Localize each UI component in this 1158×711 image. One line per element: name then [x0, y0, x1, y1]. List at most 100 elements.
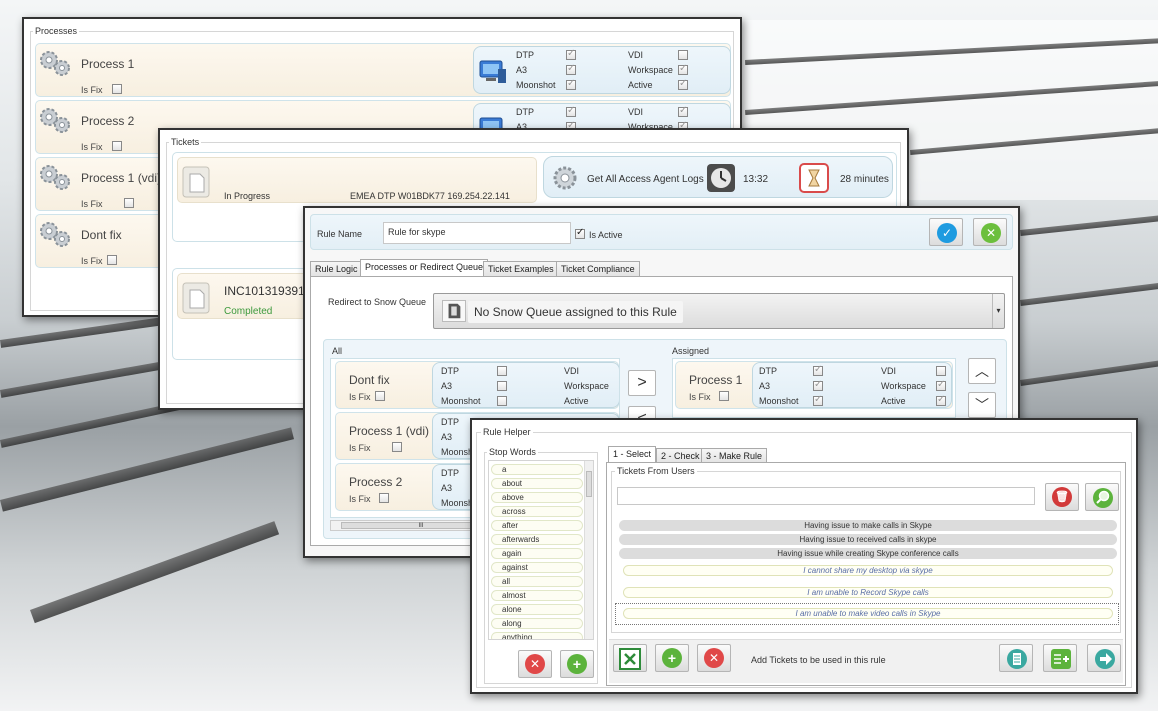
- ticket-time: 13:32: [743, 174, 769, 185]
- tab-ticket-compliance[interactable]: Ticket Compliance: [556, 261, 640, 276]
- flag-a3-label: A3: [441, 432, 453, 442]
- stop-word-item[interactable]: afterwards: [491, 534, 583, 545]
- stop-word-item[interactable]: after: [491, 520, 583, 531]
- flag-moonshot-label: Moonsh: [441, 498, 474, 508]
- is-fix-checkbox[interactable]: [112, 141, 122, 151]
- flag-a3-checkbox[interactable]: [497, 381, 507, 391]
- stop-word-item[interactable]: against: [491, 562, 583, 573]
- flag-workspace-checkbox[interactable]: [936, 379, 946, 391]
- flag-a3-checkbox[interactable]: [566, 63, 576, 75]
- tab-ticket-examples[interactable]: Ticket Examples: [483, 261, 559, 276]
- process-title: Process 1 (vdi): [81, 171, 162, 185]
- ticket-search-input[interactable]: [617, 487, 1035, 505]
- flag-a3-checkbox[interactable]: [813, 379, 823, 391]
- tab-select[interactable]: 1 - Select: [608, 446, 657, 463]
- is-active-checkbox[interactable]: [575, 227, 585, 239]
- gear-icon: [40, 51, 70, 76]
- chevron-down-icon[interactable]: ▾: [992, 294, 1004, 328]
- redirect-label: Redirect to Snow Queue: [328, 297, 427, 307]
- all-label: All: [332, 346, 343, 356]
- flag-dtp-label: DTP: [759, 366, 777, 376]
- scrollbar-thumb[interactable]: [586, 471, 592, 497]
- is-fix-checkbox[interactable]: [392, 442, 402, 452]
- selected-ticket[interactable]: Having issue while creating Skype confer…: [619, 548, 1117, 559]
- selected-ticket[interactable]: Having issue to make calls in Skype: [619, 520, 1117, 531]
- flag-dtp-checkbox[interactable]: [566, 48, 576, 60]
- flag-vdi-checkbox[interactable]: [678, 105, 688, 117]
- assigned-process-item[interactable]: Process 1 Is Fix DTP A3 Moonshot VDI Wor…: [675, 361, 953, 409]
- add-ticket-button[interactable]: +: [655, 644, 689, 672]
- stop-word-item[interactable]: across: [491, 506, 583, 517]
- move-up-button[interactable]: ︿: [968, 358, 996, 384]
- stop-word-item[interactable]: a: [491, 464, 583, 475]
- queue-icon: [442, 300, 466, 322]
- flag-moonshot-checkbox[interactable]: [497, 396, 507, 406]
- process-title: Process 2: [349, 475, 403, 489]
- flag-vdi-checkbox[interactable]: [678, 50, 688, 60]
- flag-workspace-checkbox[interactable]: [678, 63, 688, 75]
- tab-check[interactable]: 2 - Check: [656, 448, 705, 463]
- flag-vdi-label: VDI: [564, 366, 580, 376]
- tab-rule-logic[interactable]: Rule Logic: [310, 261, 363, 276]
- vertical-scrollbar[interactable]: [584, 461, 593, 639]
- helper-tab-content: Tickets From Users 🗑 Having issue to mak…: [606, 462, 1126, 686]
- user-ticket[interactable]: I am unable to Record Skype calls: [623, 587, 1113, 598]
- stop-word-item[interactable]: about: [491, 478, 583, 489]
- move-right-button[interactable]: >: [628, 370, 656, 396]
- clear-tickets-button[interactable]: 🗑: [1045, 483, 1079, 511]
- move-down-button[interactable]: ﹀: [968, 392, 996, 418]
- stop-word-item[interactable]: alone: [491, 604, 583, 615]
- flag-moonshot-checkbox[interactable]: [813, 394, 823, 406]
- rule-helper-window: Rule Helper Stop Words a about above acr…: [470, 418, 1138, 694]
- excel-icon: [619, 648, 641, 670]
- tab-processes-or-redirect-queue[interactable]: Processes or Redirect Queue: [360, 259, 489, 276]
- rule-helper-group-title: Rule Helper: [481, 427, 533, 437]
- cancel-button[interactable]: ✕: [973, 218, 1007, 246]
- computer-icon: [479, 60, 506, 83]
- remove-ticket-button[interactable]: ✕: [697, 644, 731, 672]
- assigned-processes-list: Process 1 Is Fix DTP A3 Moonshot VDI Wor…: [672, 358, 956, 418]
- is-fix-checkbox[interactable]: [719, 391, 729, 401]
- process-card[interactable]: Process 1 Is Fix DTP A3 Moonshot VDI Wor…: [35, 43, 731, 97]
- flag-moonshot-label: Moonshot: [516, 80, 556, 90]
- is-fix-checkbox[interactable]: [107, 255, 117, 265]
- flag-active-checkbox[interactable]: [678, 78, 688, 90]
- stop-word-item[interactable]: above: [491, 492, 583, 503]
- import-excel-button[interactable]: [613, 644, 647, 672]
- flag-moonshot-checkbox[interactable]: [566, 78, 576, 90]
- rule-name-input[interactable]: Rule for skype: [383, 222, 571, 244]
- is-fix-label: Is Fix: [349, 443, 371, 453]
- search-tickets-button[interactable]: [1085, 483, 1119, 511]
- stop-word-item[interactable]: all: [491, 576, 583, 587]
- delete-stop-word-button[interactable]: ✕: [518, 650, 552, 678]
- redirect-queue-dropdown[interactable]: No Snow Queue assigned to this Rule ▾: [433, 293, 1005, 329]
- flag-dtp-label: DTP: [516, 107, 534, 117]
- chevron-right-icon: >: [637, 374, 647, 391]
- user-ticket[interactable]: I cannot share my desktop via skype: [623, 565, 1113, 576]
- is-fix-checkbox[interactable]: [112, 84, 122, 94]
- stop-word-item[interactable]: again: [491, 548, 583, 559]
- assigned-label: Assigned: [672, 346, 710, 356]
- stop-word-item[interactable]: anything: [491, 632, 583, 639]
- all-process-item[interactable]: Dont fix Is Fix DTP A3 Moonshot VDI Work…: [335, 361, 619, 409]
- flag-dtp-checkbox[interactable]: [497, 366, 507, 376]
- next-step-button[interactable]: [1087, 644, 1121, 672]
- flag-active-label: Active: [881, 396, 906, 406]
- is-fix-checkbox[interactable]: [379, 493, 389, 503]
- is-fix-checkbox[interactable]: [124, 198, 134, 208]
- stop-word-item[interactable]: along: [491, 618, 583, 629]
- tab-make-rule[interactable]: 3 - Make Rule: [701, 448, 768, 463]
- user-ticket[interactable]: I am unable to make video calls in Skype: [623, 608, 1113, 619]
- add-list-button[interactable]: [1043, 644, 1077, 672]
- flag-dtp-checkbox[interactable]: [813, 364, 823, 376]
- notes-button[interactable]: [999, 644, 1033, 672]
- add-stop-word-button[interactable]: +: [560, 650, 594, 678]
- save-button[interactable]: ✓: [929, 218, 963, 246]
- flag-active-checkbox[interactable]: [936, 394, 946, 406]
- stop-word-item[interactable]: almost: [491, 590, 583, 601]
- flag-vdi-checkbox[interactable]: [936, 366, 946, 376]
- is-active-label: Is Active: [589, 230, 623, 240]
- flag-dtp-checkbox[interactable]: [566, 105, 576, 117]
- is-fix-checkbox[interactable]: [375, 391, 385, 401]
- selected-ticket[interactable]: Having issue to received calls in skype: [619, 534, 1117, 545]
